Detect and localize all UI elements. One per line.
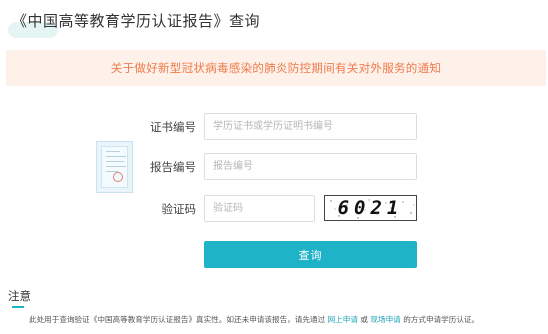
page-title: 《中国高等教育学历认证报告》查询 (12, 12, 261, 30)
online-apply-link[interactable]: 网上申请 (328, 315, 358, 324)
onsite-apply-link[interactable]: 现场申请 (370, 315, 400, 324)
note-heading: 注意 (8, 289, 31, 303)
note-text-before: 此处用于查询验证《中国高等教育学历认证报告》真实性。如还未申请该报告，请先通过 (29, 315, 326, 324)
cert-number-input[interactable] (204, 113, 417, 140)
cert-number-label: 证书编号 (150, 120, 196, 134)
notice-link[interactable]: 关于做好新型冠状病毒感染的肺炎防控期间有关对外服务的通知 (111, 60, 441, 76)
note-text-or: 或 (360, 315, 368, 324)
report-number-input[interactable] (204, 153, 417, 180)
note-heading-underline (12, 306, 24, 308)
certificate-image (96, 141, 133, 193)
captcha-label: 验证码 (161, 202, 197, 216)
certificate-line (106, 151, 120, 152)
notice-bar: 关于做好新型冠状病毒感染的肺炎防控期间有关对外服务的通知 (6, 50, 546, 86)
certificate-stamp-icon (113, 172, 123, 182)
captcha-image[interactable]: 6021 (324, 195, 417, 221)
certificate-line (106, 156, 126, 157)
report-number-label: 报告编号 (150, 160, 196, 174)
note-text-after: 的方式申请学历认证。 (403, 315, 480, 324)
captcha-text: 6021 (337, 197, 404, 219)
certificate-line (106, 161, 124, 162)
note-text: 此处用于查询验证《中国高等教育学历认证报告》真实性。如还未申请该报告，请先通过 … (29, 314, 479, 325)
captcha-input[interactable] (204, 195, 315, 222)
certificate-line (106, 166, 126, 167)
query-button[interactable]: 查询 (204, 241, 417, 268)
certificate-inner (101, 146, 128, 188)
